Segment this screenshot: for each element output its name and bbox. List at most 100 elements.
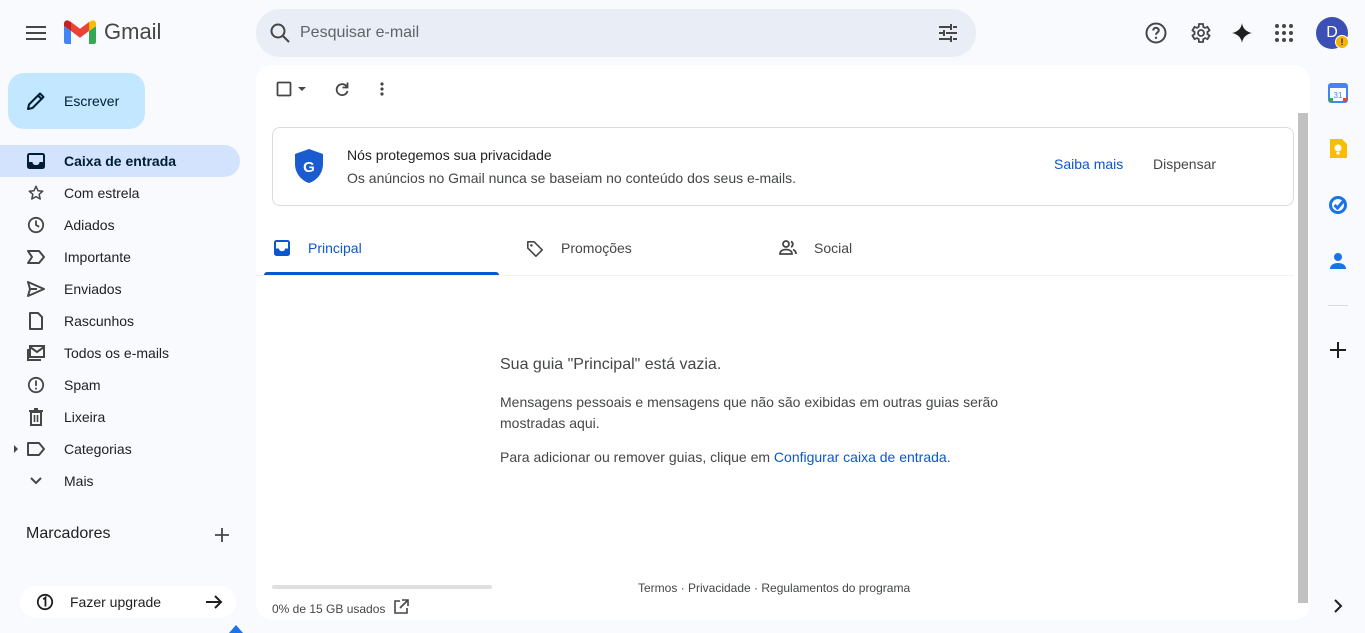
sidebar-item-starred[interactable]: Com estrela bbox=[0, 177, 240, 209]
hamburger-icon bbox=[26, 26, 46, 40]
search-input[interactable] bbox=[300, 19, 900, 47]
warning-badge: ! bbox=[1335, 35, 1349, 49]
plus-icon bbox=[215, 528, 229, 542]
apps-grid-icon bbox=[1275, 24, 1293, 42]
sidebar-item-label: Categorias bbox=[64, 441, 132, 457]
inbox-icon bbox=[26, 151, 46, 171]
upgrade-button[interactable]: Fazer upgrade bbox=[20, 586, 236, 618]
settings-button[interactable] bbox=[1180, 13, 1220, 53]
sidebar-item-trash[interactable]: Lixeira bbox=[0, 401, 240, 433]
contacts-icon bbox=[1330, 253, 1346, 269]
sidebar-item-label: Com estrela bbox=[64, 185, 140, 201]
tab-label: Principal bbox=[308, 240, 362, 256]
gear-icon bbox=[1191, 23, 1211, 43]
tab-social[interactable]: Social bbox=[769, 222, 1004, 276]
side-panel-divider bbox=[1328, 305, 1348, 306]
search-bar[interactable] bbox=[256, 9, 976, 57]
learn-more-link[interactable]: Saiba mais bbox=[1054, 156, 1123, 172]
sparkle-icon bbox=[1232, 23, 1252, 43]
inbox-icon bbox=[274, 240, 290, 256]
keep-icon bbox=[1330, 139, 1347, 158]
arrow-right-icon bbox=[204, 592, 224, 612]
add-label-button[interactable] bbox=[212, 525, 232, 545]
contacts-app-button[interactable] bbox=[1326, 249, 1350, 273]
plus-icon bbox=[1330, 342, 1346, 358]
footer-links[interactable]: Termos · Privacidade · Regulamentos do p… bbox=[638, 581, 910, 595]
search-options-icon[interactable] bbox=[936, 21, 960, 45]
tag-icon bbox=[526, 240, 544, 258]
caret-down-icon bbox=[298, 87, 306, 91]
configure-inbox-link[interactable]: Configurar caixa de entrada. bbox=[774, 449, 951, 465]
spam-icon bbox=[26, 375, 46, 395]
scrollbar[interactable] bbox=[1298, 113, 1308, 603]
upgrade-label: Fazer upgrade bbox=[70, 594, 162, 610]
sidebar-item-label: Todos os e-mails bbox=[64, 345, 170, 361]
refresh-button[interactable] bbox=[328, 75, 356, 103]
sidebar-item-label: Importante bbox=[64, 249, 131, 265]
tab-principal[interactable]: Principal bbox=[264, 222, 499, 276]
config-prefix: Para adicionar ou remover guias, clique … bbox=[500, 449, 774, 465]
sidebar-item-inbox[interactable]: Caixa de entrada bbox=[0, 145, 240, 177]
shield-icon: G bbox=[293, 148, 325, 184]
compose-label: Escrever bbox=[64, 93, 120, 109]
svg-text:G: G bbox=[303, 159, 315, 176]
tab-promocoes[interactable]: Promoções bbox=[516, 222, 751, 276]
gmail-m-icon bbox=[64, 20, 96, 44]
banner-title: Nós protegemos sua privacidade bbox=[347, 147, 552, 163]
select-dropdown-button[interactable] bbox=[297, 86, 307, 92]
empty-state-title: Sua guia "Principal" está vazia. bbox=[500, 356, 722, 373]
apps-button[interactable] bbox=[1264, 13, 1304, 53]
calendar-app-button[interactable]: 31 bbox=[1326, 81, 1350, 105]
all-mail-icon bbox=[26, 343, 46, 363]
external-link-icon bbox=[394, 599, 409, 614]
sidebar-item-all-mail[interactable]: Todos os e-mails bbox=[0, 337, 240, 369]
expand-caret-icon[interactable] bbox=[14, 445, 18, 453]
sidebar-item-label: Lixeira bbox=[64, 409, 106, 425]
star-icon bbox=[26, 183, 46, 203]
select-checkbox[interactable] bbox=[270, 75, 298, 103]
sidebar-item-categories[interactable]: Categorias bbox=[0, 433, 240, 465]
sidebar-item-label: Caixa de entrada bbox=[64, 153, 177, 169]
storage-progress-bar bbox=[272, 585, 492, 589]
sidebar-item-important[interactable]: Importante bbox=[0, 241, 240, 273]
people-icon bbox=[779, 240, 797, 256]
sidebar-item-label: Rascunhos bbox=[64, 313, 135, 329]
tooltip-pointer bbox=[229, 625, 243, 633]
sidebar-item-drafts[interactable]: Rascunhos bbox=[0, 305, 240, 337]
get-addons-button[interactable] bbox=[1326, 338, 1350, 362]
more-options-button[interactable] bbox=[368, 75, 396, 103]
keep-app-button[interactable] bbox=[1326, 137, 1350, 161]
gemini-button[interactable] bbox=[1222, 13, 1262, 53]
calendar-icon: 31 bbox=[1328, 83, 1348, 103]
tasks-app-button[interactable] bbox=[1326, 193, 1350, 217]
dismiss-button[interactable]: Dispensar bbox=[1153, 156, 1216, 172]
logo-text: Gmail bbox=[104, 19, 162, 44]
help-button[interactable] bbox=[1136, 13, 1176, 53]
labels-section-title: Marcadores bbox=[26, 525, 111, 542]
sidebar-item-sent[interactable]: Enviados bbox=[0, 273, 240, 305]
clock-icon bbox=[26, 215, 46, 235]
main-menu-button[interactable] bbox=[18, 15, 54, 51]
sidebar-item-more[interactable]: Mais bbox=[0, 465, 240, 497]
trash-icon bbox=[26, 407, 46, 427]
upgrade-icon bbox=[36, 593, 54, 611]
draft-icon bbox=[26, 311, 46, 331]
compose-button[interactable]: Escrever bbox=[8, 73, 145, 129]
gmail-logo[interactable]: Gmail bbox=[64, 19, 161, 45]
more-vert-icon bbox=[380, 82, 384, 96]
sidebar-item-spam[interactable]: Spam bbox=[0, 369, 240, 401]
sidebar-item-label: Spam bbox=[64, 377, 101, 393]
storage-usage-text: 0% de 15 GB usados bbox=[272, 602, 386, 616]
sidebar-item-label: Adiados bbox=[64, 217, 115, 233]
sidebar-item-snoozed[interactable]: Adiados bbox=[0, 209, 240, 241]
svg-text:31: 31 bbox=[1334, 91, 1343, 100]
search-icon[interactable] bbox=[268, 21, 292, 45]
expand-side-panel-button[interactable] bbox=[1326, 594, 1350, 618]
open-storage-link[interactable] bbox=[393, 599, 409, 615]
sidebar-item-label: Mais bbox=[64, 473, 94, 489]
empty-state-config-text: Para adicionar ou remover guias, clique … bbox=[500, 449, 951, 465]
sidebar-item-label: Enviados bbox=[64, 281, 122, 297]
tab-label: Social bbox=[814, 240, 853, 256]
checkbox-icon bbox=[276, 81, 292, 97]
important-icon bbox=[26, 247, 46, 267]
